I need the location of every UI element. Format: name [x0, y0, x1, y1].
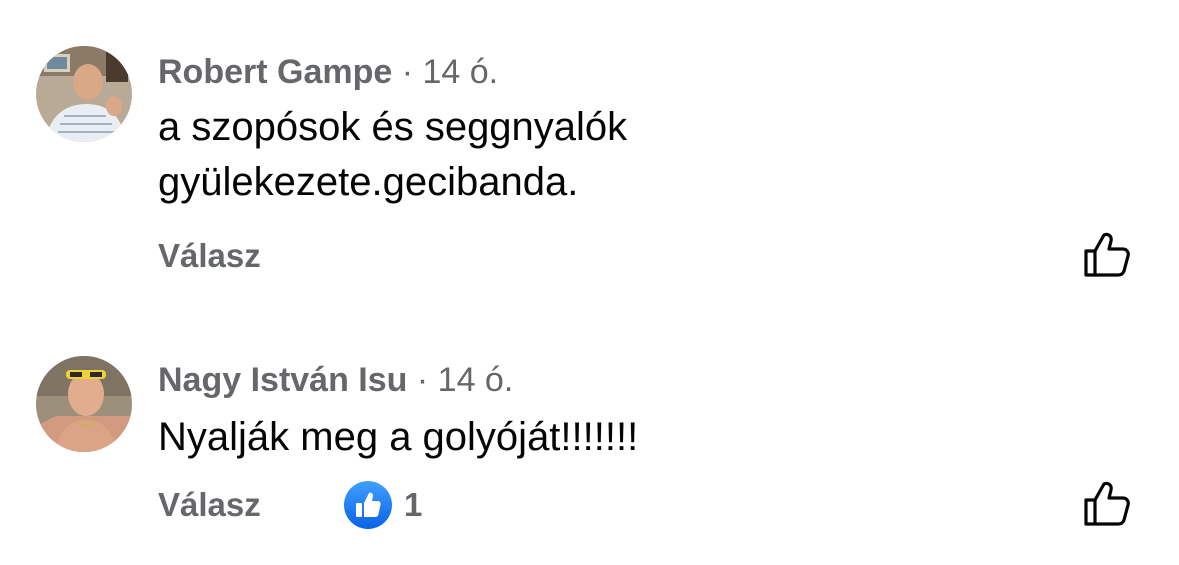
like-reaction-icon	[344, 481, 392, 529]
comment-timestamp[interactable]: 14 ó.	[423, 53, 499, 91]
avatar-photo-icon	[36, 46, 132, 142]
thumbs-up-outline-icon[interactable]	[1082, 229, 1132, 279]
reply-button[interactable]: Válasz	[158, 236, 261, 276]
header-separator: ·	[401, 53, 414, 91]
reaction-count: 1	[404, 486, 423, 523]
avatar[interactable]	[36, 356, 132, 452]
comment-author[interactable]: Robert Gampe	[158, 53, 392, 91]
avatar[interactable]	[36, 46, 132, 142]
comment-timestamp[interactable]: 14 ó.	[438, 361, 514, 399]
reply-button[interactable]: Válasz	[158, 485, 261, 525]
reaction-summary[interactable]: 1	[344, 481, 422, 529]
thumbs-up-outline-icon[interactable]	[1082, 478, 1132, 528]
comment-author[interactable]: Nagy István Isu	[158, 361, 407, 399]
header-separator: ·	[416, 361, 429, 399]
comment-header: Robert Gampe · 14 ó.	[158, 52, 498, 92]
comment-text: a szopósok és seggnyalók gyülekezete.gec…	[158, 100, 1058, 210]
comment-header: Nagy István Isu · 14 ó.	[158, 360, 513, 400]
comment-text-line: a szopósok és seggnyalók	[158, 105, 628, 149]
comment-text: Nyalják meg a golyóját!!!!!!!	[158, 410, 1058, 465]
comment-text-line: Nyalják meg a golyóját!!!!!!!	[158, 415, 639, 459]
comment-text-line: gyülekezete.gecibanda.	[158, 160, 579, 204]
avatar-photo-icon	[36, 356, 132, 452]
